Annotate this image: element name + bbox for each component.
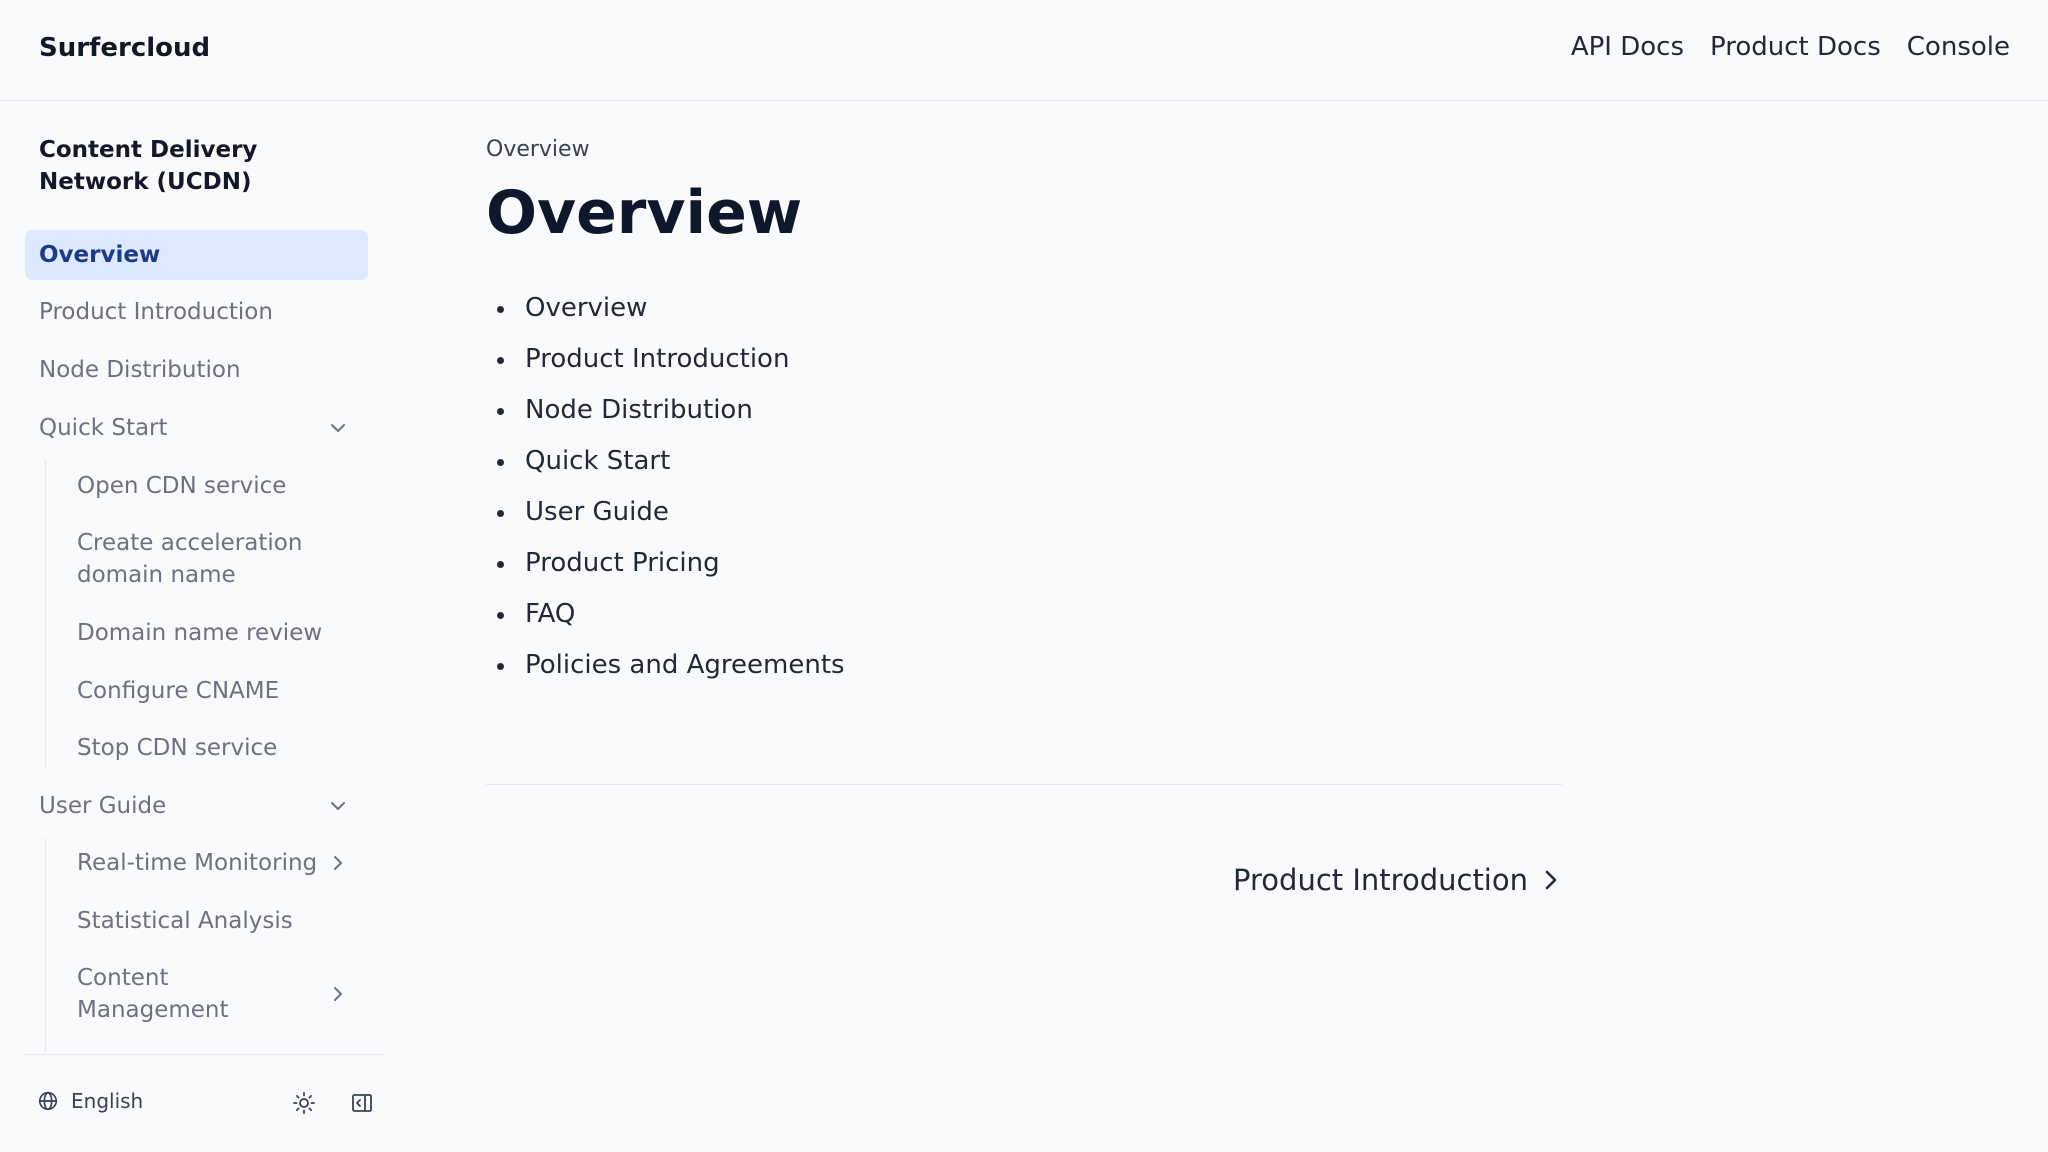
list-item: User Guide: [486, 487, 845, 538]
sidebar-item-product-introduction[interactable]: Product Introduction: [25, 296, 368, 328]
sidebar-item-quick-start[interactable]: Quick Start: [25, 412, 368, 444]
list-item: Product Pricing: [486, 538, 845, 589]
top-nav: API Docs Product Docs Console: [1571, 32, 2010, 62]
breadcrumb: Overview: [486, 137, 590, 162]
list-item: Overview: [486, 283, 845, 334]
sidebar-subitem-configure-cname[interactable]: Configure CNAME: [46, 675, 368, 707]
list-item: Policies and Agreements: [486, 640, 845, 691]
sidebar-item-label: User Guide: [39, 793, 167, 819]
sidebar-subitem-statistical-analysis[interactable]: Statistical Analysis: [46, 905, 368, 937]
submenu-rail: [45, 460, 46, 768]
sidebar-subitem-open-cdn-service[interactable]: Open CDN service: [46, 470, 368, 502]
sidebar-item-label: Content Management: [77, 965, 229, 1023]
nav-api-docs[interactable]: API Docs: [1571, 32, 1684, 62]
sidebar-subitem-domain-name-review[interactable]: Domain name review: [46, 617, 368, 649]
chevron-right-icon[interactable]: [328, 984, 348, 1004]
sidebar-subitem-content-management[interactable]: Content Management: [46, 962, 368, 1026]
content-divider: [486, 784, 1562, 785]
brand-logo[interactable]: Surfercloud: [39, 33, 210, 63]
toc-link-product-introduction[interactable]: Product Introduction: [525, 344, 789, 374]
toc-link-overview[interactable]: Overview: [525, 293, 647, 323]
sidebar-subitem-stop-cdn-service[interactable]: Stop CDN service: [46, 732, 368, 764]
list-item: Quick Start: [486, 436, 845, 487]
toc-link-node-distribution[interactable]: Node Distribution: [525, 395, 753, 425]
language-label: English: [71, 1089, 144, 1113]
sidebar-item-user-guide[interactable]: User Guide: [25, 790, 368, 822]
list-item: FAQ: [486, 589, 845, 640]
list-item: Product Introduction: [486, 334, 845, 385]
chevron-down-icon[interactable]: [328, 796, 348, 816]
next-page-label: Product Introduction: [1233, 863, 1528, 897]
sidebar-subitem-create-acceleration-domain[interactable]: Create acceleration domain name: [46, 527, 368, 591]
sidebar: Content Delivery Network (UCDN) Overview…: [0, 101, 384, 1152]
page-title: Overview: [486, 178, 803, 248]
sidebar-subitem-real-time-monitoring[interactable]: Real-time Monitoring: [46, 847, 368, 879]
language-selector[interactable]: English: [37, 1089, 143, 1113]
nav-product-docs[interactable]: Product Docs: [1710, 32, 1881, 62]
toc-link-product-pricing[interactable]: Product Pricing: [525, 548, 720, 578]
nav-console[interactable]: Console: [1907, 32, 2010, 62]
toc-list: Overview Product Introduction Node Distr…: [486, 283, 845, 691]
globe-icon: [38, 1091, 58, 1111]
sidebar-title: Content Delivery Network (UCDN): [39, 137, 258, 195]
toc-link-user-guide[interactable]: User Guide: [525, 497, 669, 527]
toc-link-policies-and-agreements[interactable]: Policies and Agreements: [525, 650, 845, 680]
sidebar-toggle-icon[interactable]: [350, 1091, 374, 1115]
sidebar-item-label: Quick Start: [39, 415, 168, 441]
sidebar-item-overview[interactable]: Overview: [25, 230, 368, 280]
toc-link-faq[interactable]: FAQ: [525, 599, 575, 629]
chevron-right-icon: [1545, 870, 1557, 890]
top-bar: Surfercloud API Docs Product Docs Consol…: [0, 0, 2048, 101]
sidebar-footer: English: [0, 1083, 384, 1123]
sun-icon[interactable]: [292, 1091, 316, 1115]
toc-link-quick-start[interactable]: Quick Start: [525, 446, 670, 476]
chevron-right-icon[interactable]: [328, 853, 348, 873]
chevron-down-icon[interactable]: [328, 418, 348, 438]
sidebar-item-node-distribution[interactable]: Node Distribution: [25, 354, 368, 386]
next-page-link[interactable]: Product Introduction: [1233, 863, 1562, 897]
sidebar-divider: [25, 1054, 383, 1055]
sidebar-item-label: Real-time Monitoring: [77, 850, 318, 876]
list-item: Node Distribution: [486, 385, 845, 436]
